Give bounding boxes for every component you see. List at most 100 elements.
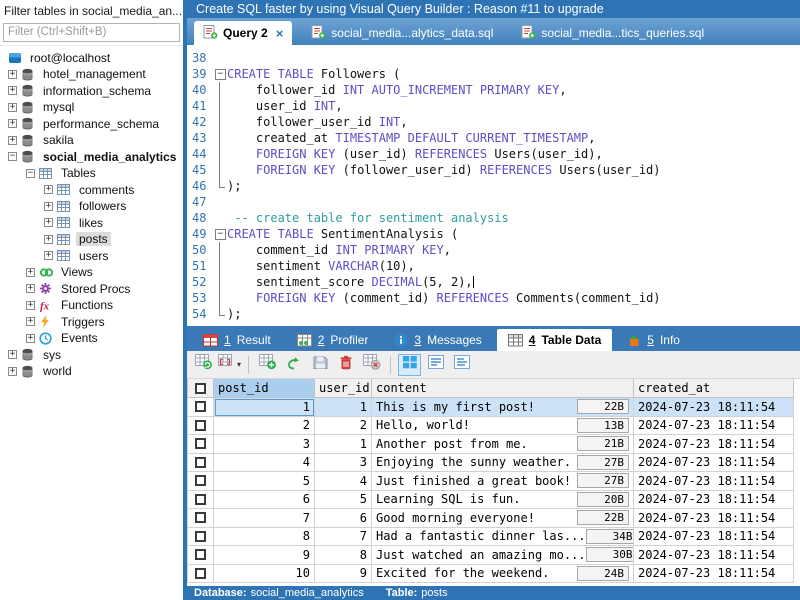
result-tab-table-data[interactable]: 4Table Data — [497, 329, 612, 351]
expand-plus-icon[interactable]: + — [44, 235, 53, 244]
row-checkbox[interactable] — [195, 494, 206, 505]
insert-row-button[interactable] — [256, 354, 279, 376]
tree-item-performance-schema[interactable]: +performance_schema — [0, 116, 183, 133]
table-row[interactable]: 98Just watched an amazing mo...30B2024-0… — [187, 546, 800, 565]
refresh-data-button[interactable] — [192, 354, 215, 376]
blob-size-button[interactable]: 13B — [577, 418, 629, 433]
tree-item-views[interactable]: +Views — [0, 264, 183, 281]
result-tab-messages[interactable]: 3Messages — [383, 329, 492, 351]
table-row[interactable]: 65Learning SQL is fun.20B2024-07-23 18:1… — [187, 491, 800, 510]
doc-tab-social-media-tics-queries-sql[interactable]: social_media...tics_queries.sql — [512, 21, 713, 45]
cell-content[interactable]: Good morning everyone!22B — [372, 509, 634, 528]
delete-row-button[interactable] — [334, 354, 357, 376]
cell-user-id[interactable]: 9 — [315, 565, 372, 584]
cell-post-id[interactable]: 8 — [214, 528, 315, 547]
close-tab-icon[interactable]: × — [276, 26, 284, 41]
cell-content[interactable]: Excited for the weekend.24B — [372, 565, 634, 584]
cell-created-at[interactable]: 2024-07-23 18:11:54 — [634, 472, 794, 491]
column-header-content[interactable]: content — [372, 379, 634, 398]
tree-item-followers[interactable]: +followers — [0, 198, 183, 215]
result-tab-profiler[interactable]: 2Profiler — [286, 329, 380, 351]
form-view-button[interactable] — [424, 354, 447, 376]
blob-size-button[interactable]: 30B — [586, 547, 634, 562]
expand-plus-icon[interactable]: + — [26, 268, 35, 277]
table-row[interactable]: 109Excited for the weekend.24B2024-07-23… — [187, 565, 800, 584]
expand-plus-icon[interactable]: + — [44, 185, 53, 194]
expand-plus-icon[interactable]: + — [26, 317, 35, 326]
table-row[interactable]: 43Enjoying the sunny weather.27B2024-07-… — [187, 454, 800, 473]
tree-item-users[interactable]: +users — [0, 248, 183, 265]
text-view-button[interactable] — [450, 354, 473, 376]
doc-tab-query-2[interactable]: Query 2× — [194, 21, 292, 45]
tree-item-posts[interactable]: +posts — [0, 231, 183, 248]
doc-tab-social-media-alytics-data-sql[interactable]: social_media...alytics_data.sql — [302, 21, 502, 45]
upgrade-banner[interactable]: Create SQL faster by using Visual Query … — [187, 0, 800, 18]
table-row[interactable]: 76Good morning everyone!22B2024-07-23 18… — [187, 509, 800, 528]
cell-user-id[interactable]: 8 — [315, 546, 372, 565]
tree-item-world[interactable]: +world — [0, 363, 183, 380]
tree-item-information-schema[interactable]: +information_schema — [0, 83, 183, 100]
cell-post-id[interactable]: 10 — [214, 565, 315, 584]
expand-plus-icon[interactable]: + — [44, 218, 53, 227]
cell-content[interactable]: Just watched an amazing mo...30B — [372, 546, 634, 565]
tree-item-sakila[interactable]: +sakila — [0, 132, 183, 149]
tree-item-likes[interactable]: +likes — [0, 215, 183, 232]
row-checkbox[interactable] — [195, 531, 206, 542]
expand-plus-icon[interactable]: + — [8, 70, 17, 79]
filter-input[interactable] — [3, 23, 180, 42]
cell-user-id[interactable]: 7 — [315, 528, 372, 547]
tree-item-social-media-analytics[interactable]: −social_media_analytics — [0, 149, 183, 166]
cell-created-at[interactable]: 2024-07-23 18:11:54 — [634, 565, 794, 584]
row-checkbox[interactable] — [195, 549, 206, 560]
cell-content[interactable]: Enjoying the sunny weather.27B — [372, 454, 634, 473]
cell-post-id[interactable]: 4 — [214, 454, 315, 473]
cell-created-at[interactable]: 2024-07-23 18:11:54 — [634, 417, 794, 436]
expand-plus-icon[interactable]: + — [26, 334, 35, 343]
cell-user-id[interactable]: 1 — [315, 435, 372, 454]
blob-size-button[interactable]: 22B — [577, 510, 629, 525]
blob-size-button[interactable]: 22B — [577, 399, 629, 414]
cell-post-id[interactable]: 6 — [214, 491, 315, 510]
expand-plus-icon[interactable]: + — [26, 301, 35, 310]
cell-created-at[interactable]: 2024-07-23 18:11:54 — [634, 398, 794, 417]
collapse-minus-icon[interactable]: − — [8, 152, 17, 161]
cell-created-at[interactable]: 2024-07-23 18:11:54 — [634, 509, 794, 528]
collapse-minus-icon[interactable]: − — [26, 169, 35, 178]
table-row[interactable]: 87Had a fantastic dinner las...34B2024-0… — [187, 528, 800, 547]
expand-plus-icon[interactable]: + — [8, 103, 17, 112]
cell-content[interactable]: Just finished a great book!27B — [372, 472, 634, 491]
result-tab-info[interactable]: 5Info — [616, 329, 691, 351]
revert-changes-button[interactable] — [282, 354, 305, 376]
cell-user-id[interactable]: 4 — [315, 472, 372, 491]
cell-user-id[interactable]: 5 — [315, 491, 372, 510]
tree-item-triggers[interactable]: +Triggers — [0, 314, 183, 331]
blob-size-button[interactable]: 27B — [577, 473, 629, 488]
row-checkbox[interactable] — [195, 568, 206, 579]
column-header-user-id[interactable]: user_id — [315, 379, 372, 398]
fold-toggle-icon[interactable] — [214, 226, 227, 242]
row-checkbox[interactable] — [195, 438, 206, 449]
row-checkbox[interactable] — [195, 420, 206, 431]
cell-post-id[interactable]: 9 — [214, 546, 315, 565]
cell-created-at[interactable]: 2024-07-23 18:11:54 — [634, 528, 794, 547]
tree-item-events[interactable]: +Events — [0, 330, 183, 347]
expand-plus-icon[interactable]: + — [8, 136, 17, 145]
cell-content[interactable]: Learning SQL is fun.20B — [372, 491, 634, 510]
expand-plus-icon[interactable]: + — [26, 284, 35, 293]
tree-item-functions[interactable]: +fxFunctions — [0, 297, 183, 314]
sql-editor[interactable]: 3839CREATE TABLE Followers (40 follower_… — [187, 45, 800, 326]
set-limit-button[interactable]: ▾ — [218, 354, 241, 376]
cell-post-id[interactable]: 5 — [214, 472, 315, 491]
cell-post-id[interactable]: 7 — [214, 509, 315, 528]
cell-post-id[interactable]: 2 — [214, 417, 315, 436]
cell-user-id[interactable]: 1 — [315, 398, 372, 417]
blob-size-button[interactable]: 24B — [577, 566, 629, 581]
tree-item-sys[interactable]: +sys — [0, 347, 183, 364]
row-checkbox[interactable] — [195, 512, 206, 523]
table-row[interactable]: 22Hello, world!13B2024-07-23 18:11:54 — [187, 417, 800, 436]
blob-size-button[interactable]: 34B — [586, 529, 634, 544]
tree-item-tables[interactable]: −Tables — [0, 165, 183, 182]
select-all-checkbox[interactable] — [195, 383, 206, 394]
expand-plus-icon[interactable]: + — [44, 251, 53, 260]
table-row[interactable]: 11This is my first post!22B2024-07-23 18… — [187, 398, 800, 417]
